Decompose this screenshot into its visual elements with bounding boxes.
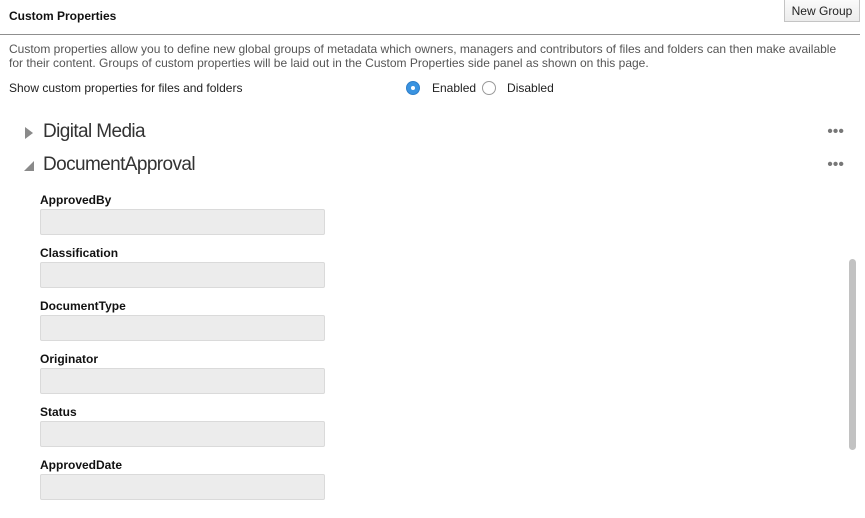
disabled-radio-label[interactable]: Disabled bbox=[507, 81, 554, 95]
disabled-radio[interactable] bbox=[482, 81, 497, 95]
visibility-radio-group: Enabled Disabled bbox=[406, 80, 560, 96]
field-label-approved-date: ApprovedDate bbox=[40, 458, 123, 472]
header-divider bbox=[0, 34, 860, 35]
group-row-digital-media[interactable]: Digital Media ••• bbox=[22, 121, 844, 145]
classification-field[interactable] bbox=[40, 262, 325, 288]
group-row-document-approval[interactable]: DocumentApproval ••• bbox=[22, 154, 844, 178]
new-group-button[interactable]: New Group bbox=[784, 0, 860, 22]
field-label-classification: Classification bbox=[40, 246, 119, 260]
group-name-digital-media[interactable]: Digital Media bbox=[43, 121, 146, 143]
field-label-document-type: DocumentType bbox=[40, 299, 126, 313]
description-text: Custom properties allow you to define ne… bbox=[9, 42, 837, 70]
group-menu-icon[interactable]: ••• bbox=[827, 156, 844, 174]
originator-field[interactable] bbox=[40, 368, 325, 394]
custom-properties-page: Custom Properties New Group Custom prope… bbox=[0, 0, 865, 518]
group-menu-icon[interactable]: ••• bbox=[827, 123, 844, 141]
page-title: Custom Properties bbox=[9, 9, 117, 23]
caret-expanded-icon[interactable] bbox=[22, 159, 36, 173]
field-label-approved-by: ApprovedBy bbox=[40, 193, 112, 207]
field-label-originator: Originator bbox=[40, 352, 99, 366]
show-properties-label: Show custom properties for files and fol… bbox=[9, 81, 243, 95]
approved-date-field[interactable] bbox=[40, 474, 325, 500]
approved-by-field[interactable] bbox=[40, 209, 325, 235]
enabled-radio-label[interactable]: Enabled bbox=[432, 81, 476, 95]
enabled-radio[interactable] bbox=[406, 81, 420, 95]
scrollbar-thumb[interactable] bbox=[849, 259, 856, 450]
field-label-status: Status bbox=[40, 405, 77, 419]
document-type-field[interactable] bbox=[40, 315, 325, 341]
caret-right-icon[interactable] bbox=[22, 126, 36, 140]
group-name-document-approval[interactable]: DocumentApproval bbox=[43, 154, 196, 176]
status-field[interactable] bbox=[40, 421, 325, 447]
